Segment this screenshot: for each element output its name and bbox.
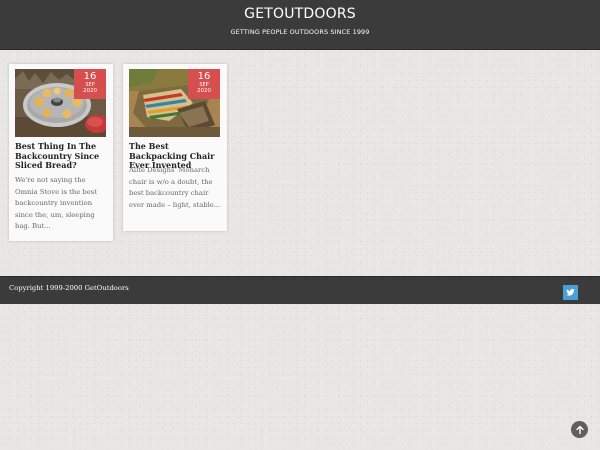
- twitter-icon: [566, 288, 575, 296]
- arrow-up-icon: [575, 425, 584, 434]
- post-excerpt: We're not saying the Omnia Stove is the …: [15, 176, 97, 231]
- post-date-year: 2020: [83, 88, 97, 94]
- post-card: 16 SEP 2020 The Best Backpacking Chair E…: [123, 64, 227, 231]
- site-header: GETOUTDOORS GETTING PEOPLE OUTDOORS SINC…: [0, 0, 600, 50]
- post-date-day: 16: [83, 71, 97, 82]
- site-title[interactable]: GETOUTDOORS: [0, 6, 600, 22]
- site-tagline: GETTING PEOPLE OUTDOORS SINCE 1999: [230, 28, 370, 36]
- post-thumbnail[interactable]: 16 SEP 2020: [129, 69, 220, 137]
- twitter-button[interactable]: [563, 285, 578, 300]
- post-date-badge: 16 SEP 2020: [188, 69, 220, 99]
- site-footer: Copyright 1999-2000 GetOutdoors: [0, 276, 600, 304]
- scroll-to-top-button[interactable]: [571, 421, 588, 438]
- post-card: 16 SEP 2020 Best Thing In The Backcountr…: [9, 64, 113, 241]
- post-date-day: 16: [197, 71, 211, 82]
- post-title-link[interactable]: Best Thing In The Backcountry Since Slic…: [15, 141, 107, 171]
- post-date-badge: 16 SEP 2020: [74, 69, 106, 99]
- copyright-text: Copyright 1999-2000 GetOutdoors: [9, 284, 129, 292]
- post-thumbnail[interactable]: 16 SEP 2020: [15, 69, 106, 137]
- post-date-year: 2020: [197, 88, 211, 94]
- post-excerpt: Alite Designs' Monarch chair is w/o a do…: [129, 166, 221, 209]
